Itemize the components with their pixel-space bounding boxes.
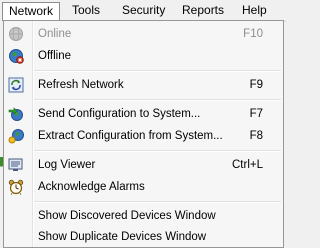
online-globe-icon <box>8 26 24 42</box>
menu-security[interactable]: Security <box>116 2 171 19</box>
menu-network[interactable]: Network <box>2 2 61 22</box>
menu-reports[interactable]: Reports <box>176 2 230 19</box>
menu-item-shortcut: F7 <box>249 108 263 120</box>
menu-item-label: Show Discovered Devices Window <box>38 210 216 222</box>
menu-item-label: Acknowledge Alarms <box>38 181 145 193</box>
menu-item-label: Log Viewer <box>38 159 96 171</box>
network-dropdown-menu: Online F10 Offline Refresh Network F9 Se… <box>3 20 284 248</box>
offline-globe-icon <box>8 48 24 64</box>
menu-item-offline[interactable]: Offline <box>4 45 283 67</box>
menu-tools[interactable]: Tools <box>66 2 106 19</box>
send-configuration-icon <box>8 106 24 122</box>
log-viewer-icon <box>8 157 24 173</box>
menu-item-show-duplicate-devices[interactable]: Show Duplicate Devices Window <box>4 226 283 248</box>
menu-bar: Network Tools Security Reports Help <box>0 0 286 22</box>
menu-item-label: Offline <box>38 50 72 62</box>
menu-item-shortcut: F8 <box>249 130 263 142</box>
menu-item-label: Online <box>38 28 72 40</box>
menu-item-send-configuration[interactable]: Send Configuration to System... F7 <box>4 103 283 125</box>
extract-configuration-icon <box>8 128 24 144</box>
menu-separator <box>34 201 281 203</box>
menu-item-shortcut: Ctrl+L <box>232 159 263 171</box>
menu-item-refresh-network[interactable]: Refresh Network F9 <box>4 74 283 96</box>
menu-help[interactable]: Help <box>236 2 273 19</box>
menu-separator <box>34 150 281 152</box>
alarm-clock-icon <box>8 179 24 195</box>
menu-item-label: Extract Configuration from System... <box>38 130 223 142</box>
menu-item-label: Show Duplicate Devices Window <box>38 231 207 243</box>
refresh-icon <box>8 77 24 93</box>
menu-item-acknowledge-alarms[interactable]: Acknowledge Alarms <box>4 176 283 198</box>
menu-item-shortcut: F9 <box>249 79 263 91</box>
menu-separator <box>34 70 281 72</box>
menu-item-label: Refresh Network <box>38 79 124 91</box>
menu-item-show-discovered-devices[interactable]: Show Discovered Devices Window <box>4 205 283 227</box>
menu-item-label: Send Configuration to System... <box>38 108 201 120</box>
menu-item-shortcut: F10 <box>243 28 263 40</box>
menu-separator <box>34 99 281 101</box>
menu-item-extract-configuration[interactable]: Extract Configuration from System... F8 <box>4 125 283 147</box>
menu-item-log-viewer[interactable]: Log Viewer Ctrl+L <box>4 154 283 176</box>
menu-item-online: Online F10 <box>4 23 283 45</box>
